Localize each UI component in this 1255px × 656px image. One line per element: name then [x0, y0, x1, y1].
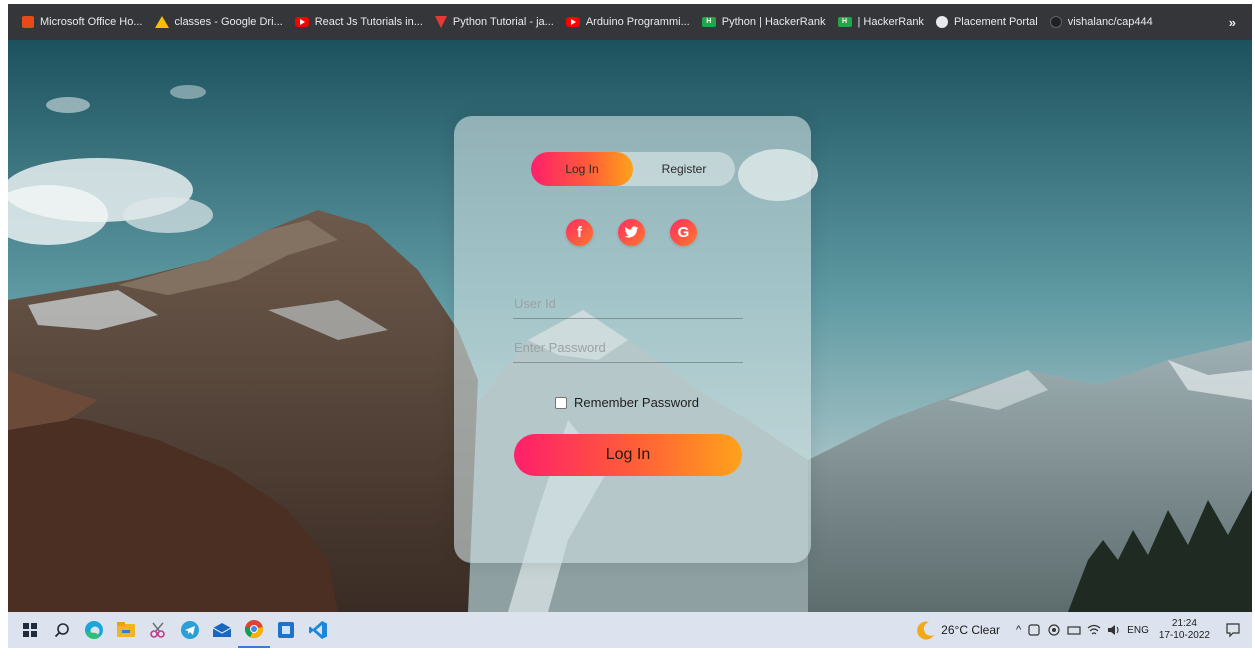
- remember-password-row: Remember Password: [555, 395, 699, 410]
- bookmark-google-drive[interactable]: classes - Google Dri...: [149, 10, 289, 34]
- show-hidden-icons-button[interactable]: ^: [1016, 624, 1021, 636]
- bookmark-arduino[interactable]: Arduino Programmi...: [560, 10, 696, 34]
- twitter-login-button[interactable]: [618, 219, 645, 246]
- tray-wifi[interactable]: [1087, 623, 1101, 637]
- taskbar-notepad[interactable]: [270, 612, 302, 648]
- bookmark-python-hackerrank[interactable]: H Python | HackerRank: [696, 10, 832, 34]
- taskbar-snipping-tool[interactable]: [142, 612, 174, 648]
- hackerrank-icon: H: [701, 17, 716, 27]
- google-drive-icon: [154, 16, 169, 28]
- bookmark-office[interactable]: Microsoft Office Ho...: [16, 10, 149, 34]
- bookmark-python-tutorial[interactable]: Python Tutorial - ja...: [429, 10, 560, 34]
- youtube-icon: [294, 17, 309, 27]
- twitter-icon: [624, 226, 639, 238]
- speaker-icon: [1108, 625, 1119, 635]
- weather-text: 26°C Clear: [941, 623, 1000, 637]
- vscode-icon: [309, 621, 327, 639]
- mail-icon: [212, 623, 232, 637]
- taskbar-file-explorer[interactable]: [110, 612, 142, 648]
- search-icon: [54, 623, 69, 638]
- password-input[interactable]: [513, 333, 743, 363]
- windows-taskbar: 26°C Clear ^ ENG 21:24 17-10-2022: [8, 612, 1252, 648]
- weather-widget[interactable]: 26°C Clear: [915, 619, 1000, 641]
- globe-icon: [935, 16, 948, 28]
- tray-app[interactable]: [1047, 623, 1061, 637]
- snip-icon: [150, 622, 165, 638]
- bookmark-label: Placement Portal: [953, 16, 1038, 28]
- bookmark-label: classes - Google Dri...: [174, 16, 283, 28]
- auth-tab-toggle: Log In Register: [531, 152, 735, 186]
- bookmark-label: vishalanc/cap444: [1067, 16, 1153, 28]
- chevron-up-icon: ^: [1016, 624, 1022, 636]
- bookmarks-overflow-button[interactable]: »: [1221, 10, 1244, 34]
- bookmark-react-tutorials[interactable]: React Js Tutorials in...: [289, 10, 429, 34]
- notepad-icon: [278, 622, 294, 638]
- search-button[interactable]: [46, 612, 78, 648]
- tab-register[interactable]: Register: [633, 152, 735, 186]
- login-submit-button[interactable]: Log In: [514, 434, 742, 476]
- bookmark-label: Python | HackerRank: [721, 16, 826, 28]
- taskbar-mail[interactable]: [206, 612, 238, 648]
- bookmark-placement-portal[interactable]: Placement Portal: [930, 10, 1044, 34]
- file-explorer-icon: [117, 622, 135, 637]
- facebook-icon: f: [577, 224, 582, 241]
- chrome-icon: [244, 620, 264, 639]
- remember-password-checkbox[interactable]: [555, 396, 567, 409]
- tray-bluetooth[interactable]: [1067, 623, 1081, 637]
- bookmark-label: Python Tutorial - ja...: [452, 16, 554, 28]
- notification-center-button[interactable]: [1220, 612, 1246, 648]
- taskbar-telegram[interactable]: [174, 612, 206, 648]
- clock[interactable]: 21:24 17-10-2022: [1155, 618, 1214, 642]
- moon-icon: [917, 621, 935, 640]
- tray-volume[interactable]: [1107, 623, 1121, 637]
- edge-icon: [85, 621, 103, 639]
- language-indicator[interactable]: ENG: [1127, 625, 1149, 636]
- telegram-icon: [181, 621, 199, 639]
- tray-app-icon: [1048, 624, 1060, 636]
- clock-time: 21:24: [1171, 618, 1197, 629]
- bookmark-hackerrank[interactable]: H | HackerRank: [832, 10, 930, 34]
- taskbar-vscode[interactable]: [302, 612, 334, 648]
- google-login-button[interactable]: G: [670, 219, 697, 246]
- office-icon: [22, 16, 34, 28]
- clock-date: 17-10-2022: [1158, 630, 1210, 641]
- facebook-login-button[interactable]: f: [566, 219, 593, 246]
- tray-onedrive[interactable]: [1027, 623, 1041, 637]
- bookmark-label: Arduino Programmi...: [585, 16, 690, 28]
- start-button[interactable]: [14, 612, 46, 648]
- notification-icon: [1226, 623, 1240, 638]
- tab-login[interactable]: Log In: [531, 152, 633, 186]
- remember-password-label: Remember Password: [574, 395, 699, 410]
- bookmark-github-repo[interactable]: vishalanc/cap444: [1044, 10, 1159, 34]
- system-tray: 26°C Clear ^ ENG 21:24 17-10-2022: [915, 612, 1252, 648]
- taskbar-edge[interactable]: [78, 612, 110, 648]
- bookmark-label: Microsoft Office Ho...: [40, 16, 143, 28]
- windows-start-icon: [23, 623, 37, 637]
- user-id-input[interactable]: [513, 289, 743, 319]
- google-icon: G: [677, 224, 690, 241]
- bookmark-label: React Js Tutorials in...: [314, 16, 423, 28]
- wifi-icon: [1087, 624, 1101, 635]
- youtube-icon: [565, 17, 580, 27]
- hackerrank-icon: H: [837, 17, 852, 27]
- taskbar-chrome[interactable]: [238, 612, 270, 648]
- javatpoint-icon: [434, 16, 447, 28]
- onedrive-icon: [1028, 624, 1040, 636]
- device-icon: [1067, 626, 1081, 635]
- github-icon: [1049, 16, 1062, 28]
- bookmark-label: | HackerRank: [857, 16, 924, 28]
- bookmarks-bar: Microsoft Office Ho... classes - Google …: [8, 4, 1252, 40]
- login-card: Log In Register f G Remember Password Lo…: [454, 116, 811, 563]
